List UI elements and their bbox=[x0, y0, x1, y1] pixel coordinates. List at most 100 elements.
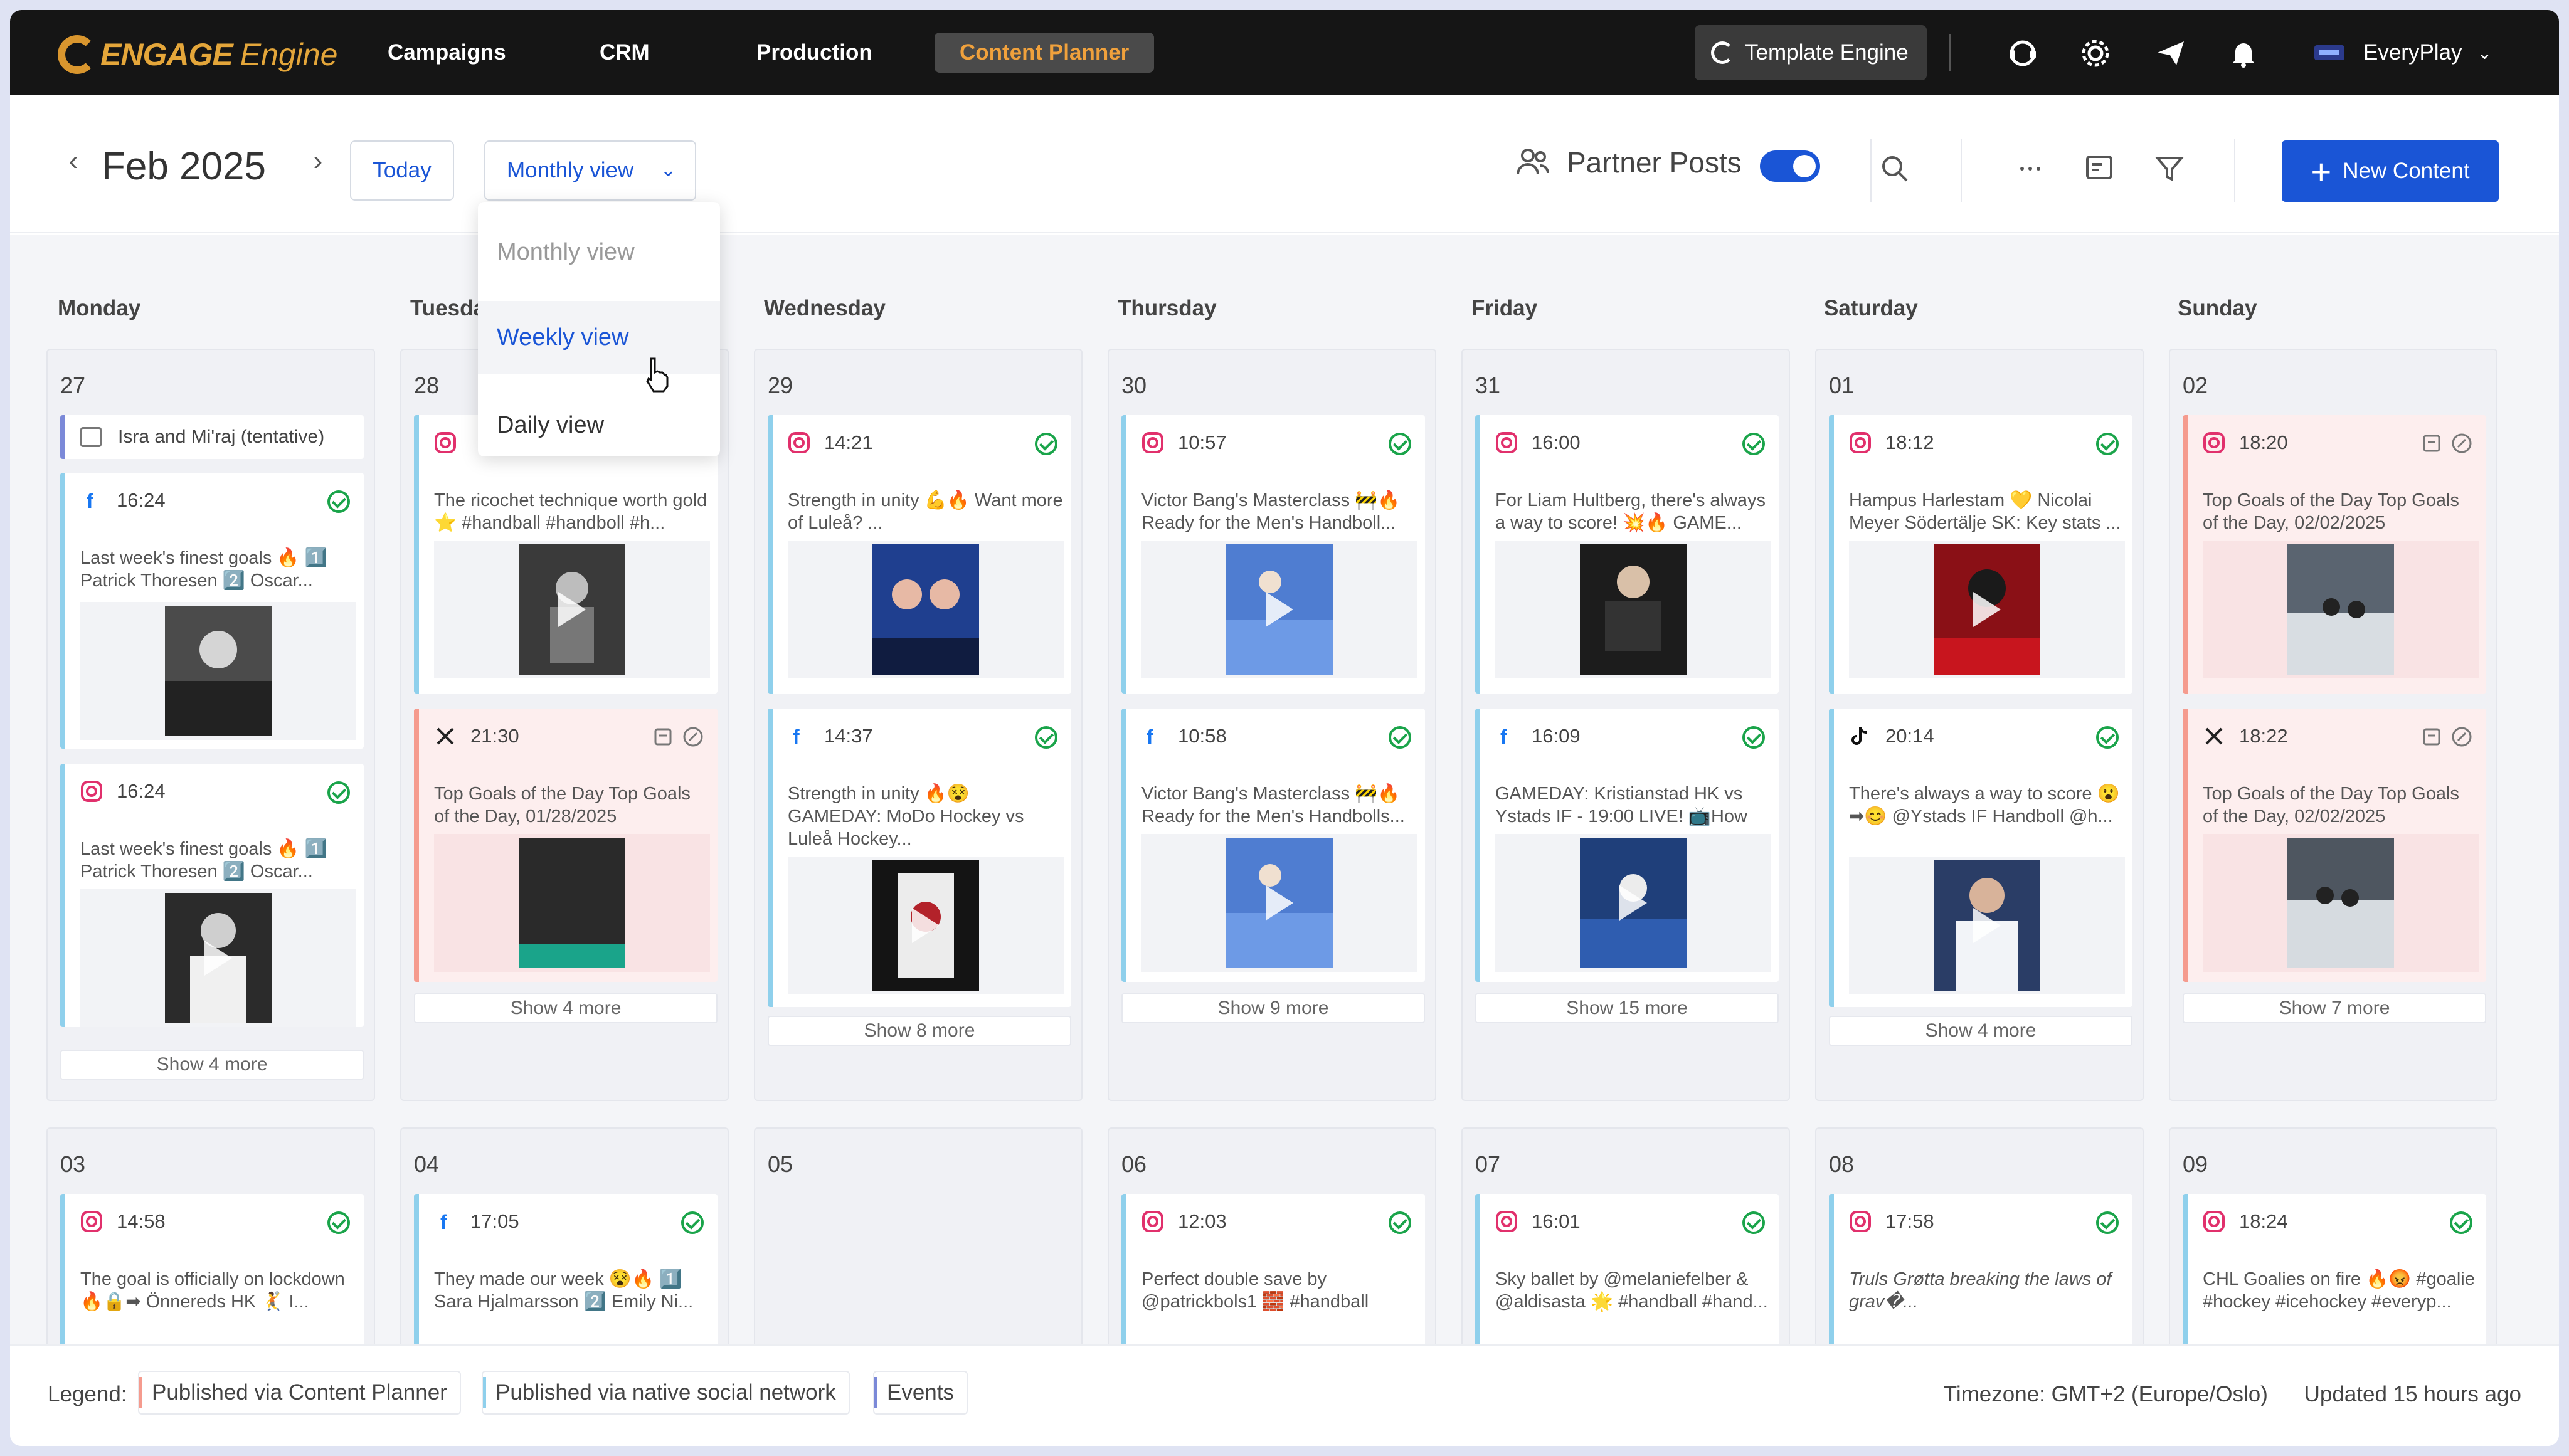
post-card[interactable]: f 17:05 They made our week 😵🔥 1️⃣ Sara H… bbox=[414, 1194, 718, 1344]
post-card[interactable]: 16:00 For Liam Hultberg, there's always … bbox=[1475, 415, 1779, 694]
nav-production[interactable]: Production bbox=[731, 33, 898, 73]
show-more-button[interactable]: Show 4 more bbox=[414, 993, 718, 1023]
view-select[interactable]: Monthly view ⌄ bbox=[484, 140, 696, 201]
event-card[interactable]: Isra and Mi'raj (tentative) bbox=[60, 415, 364, 459]
post-card[interactable]: 18:24 CHL Goalies on fire 🔥😡 #goalie #ho… bbox=[2183, 1194, 2486, 1344]
chevron-down-icon: ⌄ bbox=[2477, 43, 2492, 63]
post-card[interactable]: 12:03 Perfect double save by @patrickbol… bbox=[1121, 1194, 1425, 1344]
search-icon[interactable] bbox=[1879, 153, 1910, 184]
play-icon[interactable] bbox=[558, 592, 586, 627]
partner-posts-label-group: Partner Posts bbox=[1515, 145, 1742, 179]
post-card[interactable]: 18:12 Hampus Harlestam 💛 Nicolai Meyer S… bbox=[1829, 415, 2132, 694]
post-card[interactable]: f 14:37 Strength in unity 🔥😵 GAMEDAY: Mo… bbox=[768, 709, 1071, 1007]
previous-month-icon[interactable]: ‹ bbox=[58, 145, 89, 177]
instagram-icon bbox=[1496, 1211, 1517, 1232]
menu-item-weekly-view[interactable]: Weekly view bbox=[478, 301, 720, 374]
day-cell[interactable]: 08 17:58 Truls Grøtta breaking the laws … bbox=[1815, 1127, 2144, 1344]
next-month-icon[interactable]: › bbox=[302, 145, 334, 177]
post-card[interactable]: f 16:24 Last week's finest goals 🔥 1️⃣ P… bbox=[60, 473, 364, 749]
template-engine-button[interactable]: Template Engine bbox=[1695, 25, 1927, 80]
post-card-header: 14:58 bbox=[80, 1209, 166, 1234]
notifications-bell-icon[interactable] bbox=[2228, 38, 2259, 69]
engage-engine-logo[interactable]: ENGAGE Engine bbox=[58, 35, 337, 74]
support-headset-icon[interactable] bbox=[2007, 38, 2038, 69]
facebook-icon: f bbox=[793, 725, 800, 747]
post-card[interactable]: f 10:58 Victor Bang's Masterclass 🚧🔥 Rea… bbox=[1121, 709, 1425, 982]
x-twitter-icon bbox=[437, 727, 454, 745]
day-cell[interactable]: 31 16:00 For Liam Hultberg, there's alwa… bbox=[1461, 349, 1790, 1101]
play-icon[interactable] bbox=[1266, 885, 1293, 921]
published-check-icon bbox=[1389, 726, 1411, 749]
post-card[interactable]: 21:30 Top Goals of the Day Top Goals of … bbox=[414, 709, 718, 982]
post-media bbox=[2203, 834, 2479, 972]
post-card[interactable]: 16:24 Last week's finest goals 🔥 1️⃣ Pat… bbox=[60, 764, 364, 1027]
post-time: 12:03 bbox=[1178, 1210, 1227, 1232]
post-card[interactable]: 14:21 Strength in unity 💪🔥 Want more of … bbox=[768, 415, 1071, 694]
post-caption: Strength in unity 💪🔥 Want more of Luleå?… bbox=[788, 490, 1063, 533]
facebook-icon: f bbox=[1147, 725, 1153, 747]
play-icon[interactable] bbox=[1619, 885, 1647, 921]
post-card[interactable]: f 16:09 GAMEDAY: Kristianstad HK vs Ysta… bbox=[1475, 709, 1779, 982]
post-card[interactable]: 17:58 Truls Grøtta breaking the laws of … bbox=[1829, 1194, 2132, 1344]
post-thumbnail-image bbox=[872, 544, 979, 675]
partner-posts-toggle[interactable] bbox=[1760, 150, 1820, 182]
play-icon[interactable] bbox=[912, 908, 940, 943]
play-icon[interactable] bbox=[204, 941, 232, 976]
day-cell[interactable]: 28 The ricochet technique worth gold ⭐ #… bbox=[400, 349, 729, 1101]
new-content-button[interactable]: + New Content bbox=[2282, 140, 2499, 202]
preview-icon[interactable] bbox=[2422, 727, 2441, 746]
menu-item-monthly-view[interactable]: Monthly view bbox=[478, 216, 720, 288]
play-icon[interactable] bbox=[1266, 592, 1293, 627]
post-caption: Top Goals of the Day Top Goals of the Da… bbox=[434, 784, 691, 826]
post-card[interactable]: 20:14 There's always a way to score 😮➡😊 … bbox=[1829, 709, 2132, 1007]
day-cell[interactable]: 02 18:20 Top Goals of the Day Top Goals … bbox=[2169, 349, 2497, 1101]
preview-icon[interactable] bbox=[654, 727, 672, 746]
show-more-button[interactable]: Show 15 more bbox=[1475, 993, 1779, 1023]
preview-icon[interactable] bbox=[2422, 434, 2441, 453]
edit-icon[interactable] bbox=[2451, 433, 2472, 454]
published-check-icon bbox=[1742, 1211, 1765, 1234]
show-more-button[interactable]: Show 4 more bbox=[60, 1050, 364, 1080]
post-card[interactable]: 18:20 Top Goals of the Day Top Goals of … bbox=[2183, 415, 2486, 694]
day-cell[interactable]: 04 f 17:05 They made our week 😵🔥 1️⃣ Sar… bbox=[400, 1127, 729, 1344]
post-video-thumbnail bbox=[2287, 838, 2394, 968]
nav-content-planner[interactable]: Content Planner bbox=[935, 33, 1155, 73]
post-time: 16:24 bbox=[117, 489, 166, 511]
edit-icon[interactable] bbox=[2451, 726, 2472, 747]
show-more-button[interactable]: Show 7 more bbox=[2183, 993, 2486, 1023]
nav-campaigns[interactable]: Campaigns bbox=[363, 33, 531, 73]
settings-gear-icon[interactable] bbox=[2080, 38, 2111, 69]
post-time: 21:30 bbox=[470, 725, 519, 747]
play-icon[interactable] bbox=[1973, 908, 2001, 943]
post-card[interactable]: 14:58 The goal is officially on lockdown… bbox=[60, 1194, 364, 1344]
day-cell[interactable]: 27 Isra and Mi'raj (tentative) f 16:24 L… bbox=[46, 349, 375, 1101]
day-cell[interactable]: 29 14:21 Strength in unity 💪🔥 Want more … bbox=[754, 349, 1083, 1101]
post-card[interactable]: 18:22 Top Goals of the Day Top Goals of … bbox=[2183, 709, 2486, 982]
send-paper-plane-icon[interactable] bbox=[2155, 38, 2186, 69]
day-cell[interactable]: 01 18:12 Hampus Harlestam 💛 Nicolai Meye… bbox=[1815, 349, 2144, 1101]
day-cell[interactable]: 30 10:57 Victor Bang's Masterclass 🚧🔥 Re… bbox=[1108, 349, 1436, 1101]
day-cell[interactable]: 05 bbox=[754, 1127, 1083, 1344]
show-more-button[interactable]: Show 4 more bbox=[1829, 1016, 2132, 1046]
day-cell[interactable]: 03 14:58 The goal is officially on lockd… bbox=[46, 1127, 375, 1344]
published-check-icon bbox=[1742, 726, 1765, 749]
menu-item-daily-view[interactable]: Daily view bbox=[478, 389, 720, 462]
filter-icon[interactable] bbox=[2154, 153, 2185, 184]
more-options-icon[interactable] bbox=[2015, 153, 2046, 184]
today-button[interactable]: Today bbox=[350, 140, 454, 201]
edit-icon[interactable] bbox=[682, 726, 704, 747]
add-note-icon[interactable] bbox=[2084, 153, 2115, 184]
day-cell[interactable]: 06 12:03 Perfect double save by @patrick… bbox=[1108, 1127, 1436, 1344]
show-more-button[interactable]: Show 9 more bbox=[1121, 993, 1425, 1023]
post-card[interactable]: 16:01 Sky ballet by @melaniefelber & @al… bbox=[1475, 1194, 1779, 1344]
show-more-button[interactable]: Show 8 more bbox=[768, 1016, 1071, 1046]
calendar-icon bbox=[80, 427, 102, 447]
post-time: 14:58 bbox=[117, 1210, 166, 1232]
post-card[interactable]: 10:57 Victor Bang's Masterclass 🚧🔥 Ready… bbox=[1121, 415, 1425, 694]
nav-crm[interactable]: CRM bbox=[575, 33, 675, 73]
play-icon[interactable] bbox=[1973, 592, 2001, 627]
account-menu[interactable]: EveryPlay ⌄ bbox=[2312, 33, 2492, 73]
day-cell[interactable]: 07 16:01 Sky ballet by @melaniefelber & … bbox=[1461, 1127, 1790, 1344]
template-engine-label: Template Engine bbox=[1745, 40, 1909, 65]
day-cell[interactable]: 09 18:24 CHL Goalies on fire 🔥😡 #goalie … bbox=[2169, 1127, 2497, 1344]
